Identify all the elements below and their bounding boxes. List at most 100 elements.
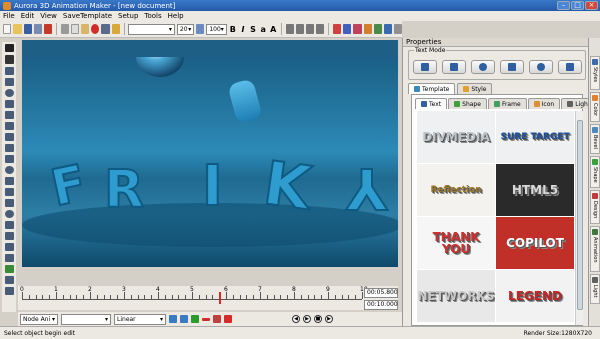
- cut-icon[interactable]: [60, 24, 69, 34]
- text-tool-icon[interactable]: [4, 55, 14, 64]
- circle-tool-icon[interactable]: [4, 89, 14, 97]
- undo-icon[interactable]: [101, 24, 110, 34]
- image-tool-icon[interactable]: [4, 155, 14, 163]
- template-thumb[interactable]: DIVMEDIA: [417, 111, 495, 163]
- text-mode-ring-button[interactable]: [529, 60, 553, 74]
- stop-icon[interactable]: ■: [314, 315, 322, 323]
- rounded-rect-tool-icon[interactable]: [4, 78, 14, 86]
- node-ani-select[interactable]: Node Ani ▾: [20, 313, 58, 325]
- italic-button[interactable]: I: [239, 25, 247, 34]
- template-thumb[interactable]: Reflection: [417, 164, 495, 216]
- polygon-tool-icon[interactable]: [4, 111, 14, 119]
- close-button[interactable]: ×: [585, 1, 598, 10]
- timeline-ruler[interactable]: 012345678910: [20, 286, 368, 300]
- menu-view[interactable]: View: [40, 12, 57, 20]
- delete-icon[interactable]: [91, 24, 100, 34]
- small-case-button[interactable]: a: [259, 25, 267, 34]
- torus-tool-icon[interactable]: [4, 210, 14, 218]
- light-tool-icon[interactable]: [4, 232, 14, 240]
- cube-tool-icon[interactable]: [4, 177, 14, 185]
- text-mode-circle-button[interactable]: [471, 60, 495, 74]
- menu-file[interactable]: File: [3, 12, 15, 20]
- timeline[interactable]: 012345678910 00:05.800 00:10.000: [18, 286, 398, 310]
- rotate-icon[interactable]: [343, 24, 352, 34]
- zoom-select[interactable]: 100 ▾: [206, 23, 227, 35]
- strike-button[interactable]: S: [249, 25, 257, 34]
- side-tab-shape[interactable]: Shape: [590, 156, 600, 188]
- align-justify-icon[interactable]: [316, 24, 325, 34]
- cone-tool-icon[interactable]: [4, 199, 14, 207]
- menu-edit[interactable]: Edit: [21, 12, 35, 20]
- menu-help[interactable]: Help: [168, 12, 184, 20]
- save-icon[interactable]: [23, 24, 32, 34]
- tab-style[interactable]: Style: [457, 83, 493, 94]
- play-icon[interactable]: ▶: [303, 315, 311, 323]
- maximize-button[interactable]: □: [571, 1, 584, 10]
- remove-keyframe-icon[interactable]: [202, 317, 210, 321]
- star-tool-icon[interactable]: [4, 100, 14, 108]
- total-time-field[interactable]: 00:10.000: [364, 300, 398, 310]
- side-tab-styles[interactable]: Styles: [590, 56, 600, 90]
- subtab-shape[interactable]: Shape: [448, 98, 487, 109]
- move-icon[interactable]: [373, 24, 382, 34]
- keyframe-icon[interactable]: [180, 315, 188, 323]
- scene-canvas[interactable]: F R I K Y: [22, 57, 398, 267]
- menu-tools[interactable]: Tools: [144, 12, 161, 20]
- save-as-icon[interactable]: [33, 24, 42, 34]
- pyramid-tool-icon[interactable]: [4, 221, 14, 229]
- line-tool-icon[interactable]: [4, 144, 14, 152]
- cylinder-tool-icon[interactable]: [4, 188, 14, 196]
- text-mode-normal-button[interactable]: [413, 60, 437, 74]
- font-select[interactable]: ▾: [128, 23, 175, 35]
- brush-icon[interactable]: [111, 24, 120, 34]
- timeline-playhead[interactable]: [219, 292, 222, 304]
- delete-keyframe-icon[interactable]: [213, 315, 221, 323]
- next-frame-icon[interactable]: ▶: [325, 315, 333, 323]
- menu-setup[interactable]: Setup: [118, 12, 138, 20]
- bold-button[interactable]: B: [229, 25, 237, 34]
- open-folder-icon[interactable]: [13, 24, 22, 34]
- text-mode-wave-button[interactable]: [500, 60, 524, 74]
- template-thumb[interactable]: HTML5: [496, 164, 574, 216]
- align-tool-icon[interactable]: [4, 276, 14, 284]
- ungroup-tool-icon[interactable]: [4, 254, 14, 262]
- camera-icon[interactable]: [383, 24, 392, 34]
- ease-select[interactable]: Linear ▾: [114, 313, 166, 325]
- side-tab-design[interactable]: Design: [590, 190, 600, 224]
- text-mode-path-button[interactable]: [558, 60, 582, 74]
- align-left-icon[interactable]: [286, 24, 295, 34]
- text-effect-icon[interactable]: [333, 24, 342, 34]
- subtab-frame[interactable]: Frame: [487, 98, 527, 109]
- sphere-tool-icon[interactable]: [4, 166, 14, 174]
- align-center-icon[interactable]: [296, 24, 305, 34]
- text-mode-arc-button[interactable]: [442, 60, 466, 74]
- new-file-icon[interactable]: [3, 24, 12, 34]
- font-size-select[interactable]: 20 ▾: [176, 23, 195, 35]
- group-tool-icon[interactable]: [4, 243, 14, 251]
- template-thumb[interactable]: NETWORKS: [417, 270, 495, 322]
- brush-tool-icon[interactable]: [4, 133, 14, 141]
- side-tab-bevel[interactable]: Bevel: [590, 124, 600, 154]
- template-thumb[interactable]: COPILOT: [496, 217, 574, 269]
- template-thumb[interactable]: SURE TARGET: [496, 111, 574, 163]
- refresh-icon[interactable]: [169, 315, 177, 323]
- side-tab-animation[interactable]: Animation: [590, 226, 600, 272]
- copy-icon[interactable]: [70, 24, 80, 34]
- export-icon[interactable]: [43, 24, 52, 34]
- side-tab-color[interactable]: Color: [590, 92, 600, 122]
- minimize-button[interactable]: –: [557, 1, 570, 10]
- menu-savetemplate[interactable]: SaveTemplate: [63, 12, 112, 20]
- template-thumb[interactable]: LEGEND: [496, 270, 574, 322]
- template-thumb[interactable]: THANK YOU: [417, 217, 495, 269]
- side-tab-light[interactable]: Light: [590, 274, 600, 304]
- upper-case-button[interactable]: A: [269, 25, 277, 34]
- cube-icon[interactable]: [353, 24, 362, 34]
- color-icon[interactable]: [196, 24, 205, 34]
- rectangle-tool-icon[interactable]: [4, 67, 14, 75]
- subtab-icon[interactable]: Icon: [527, 98, 561, 109]
- tab-template[interactable]: Template: [408, 83, 456, 94]
- add-keyframe-icon[interactable]: [191, 315, 199, 323]
- scroll-thumb[interactable]: [577, 120, 583, 310]
- pen-tool-icon[interactable]: [4, 122, 14, 130]
- settings-icon[interactable]: [393, 24, 402, 34]
